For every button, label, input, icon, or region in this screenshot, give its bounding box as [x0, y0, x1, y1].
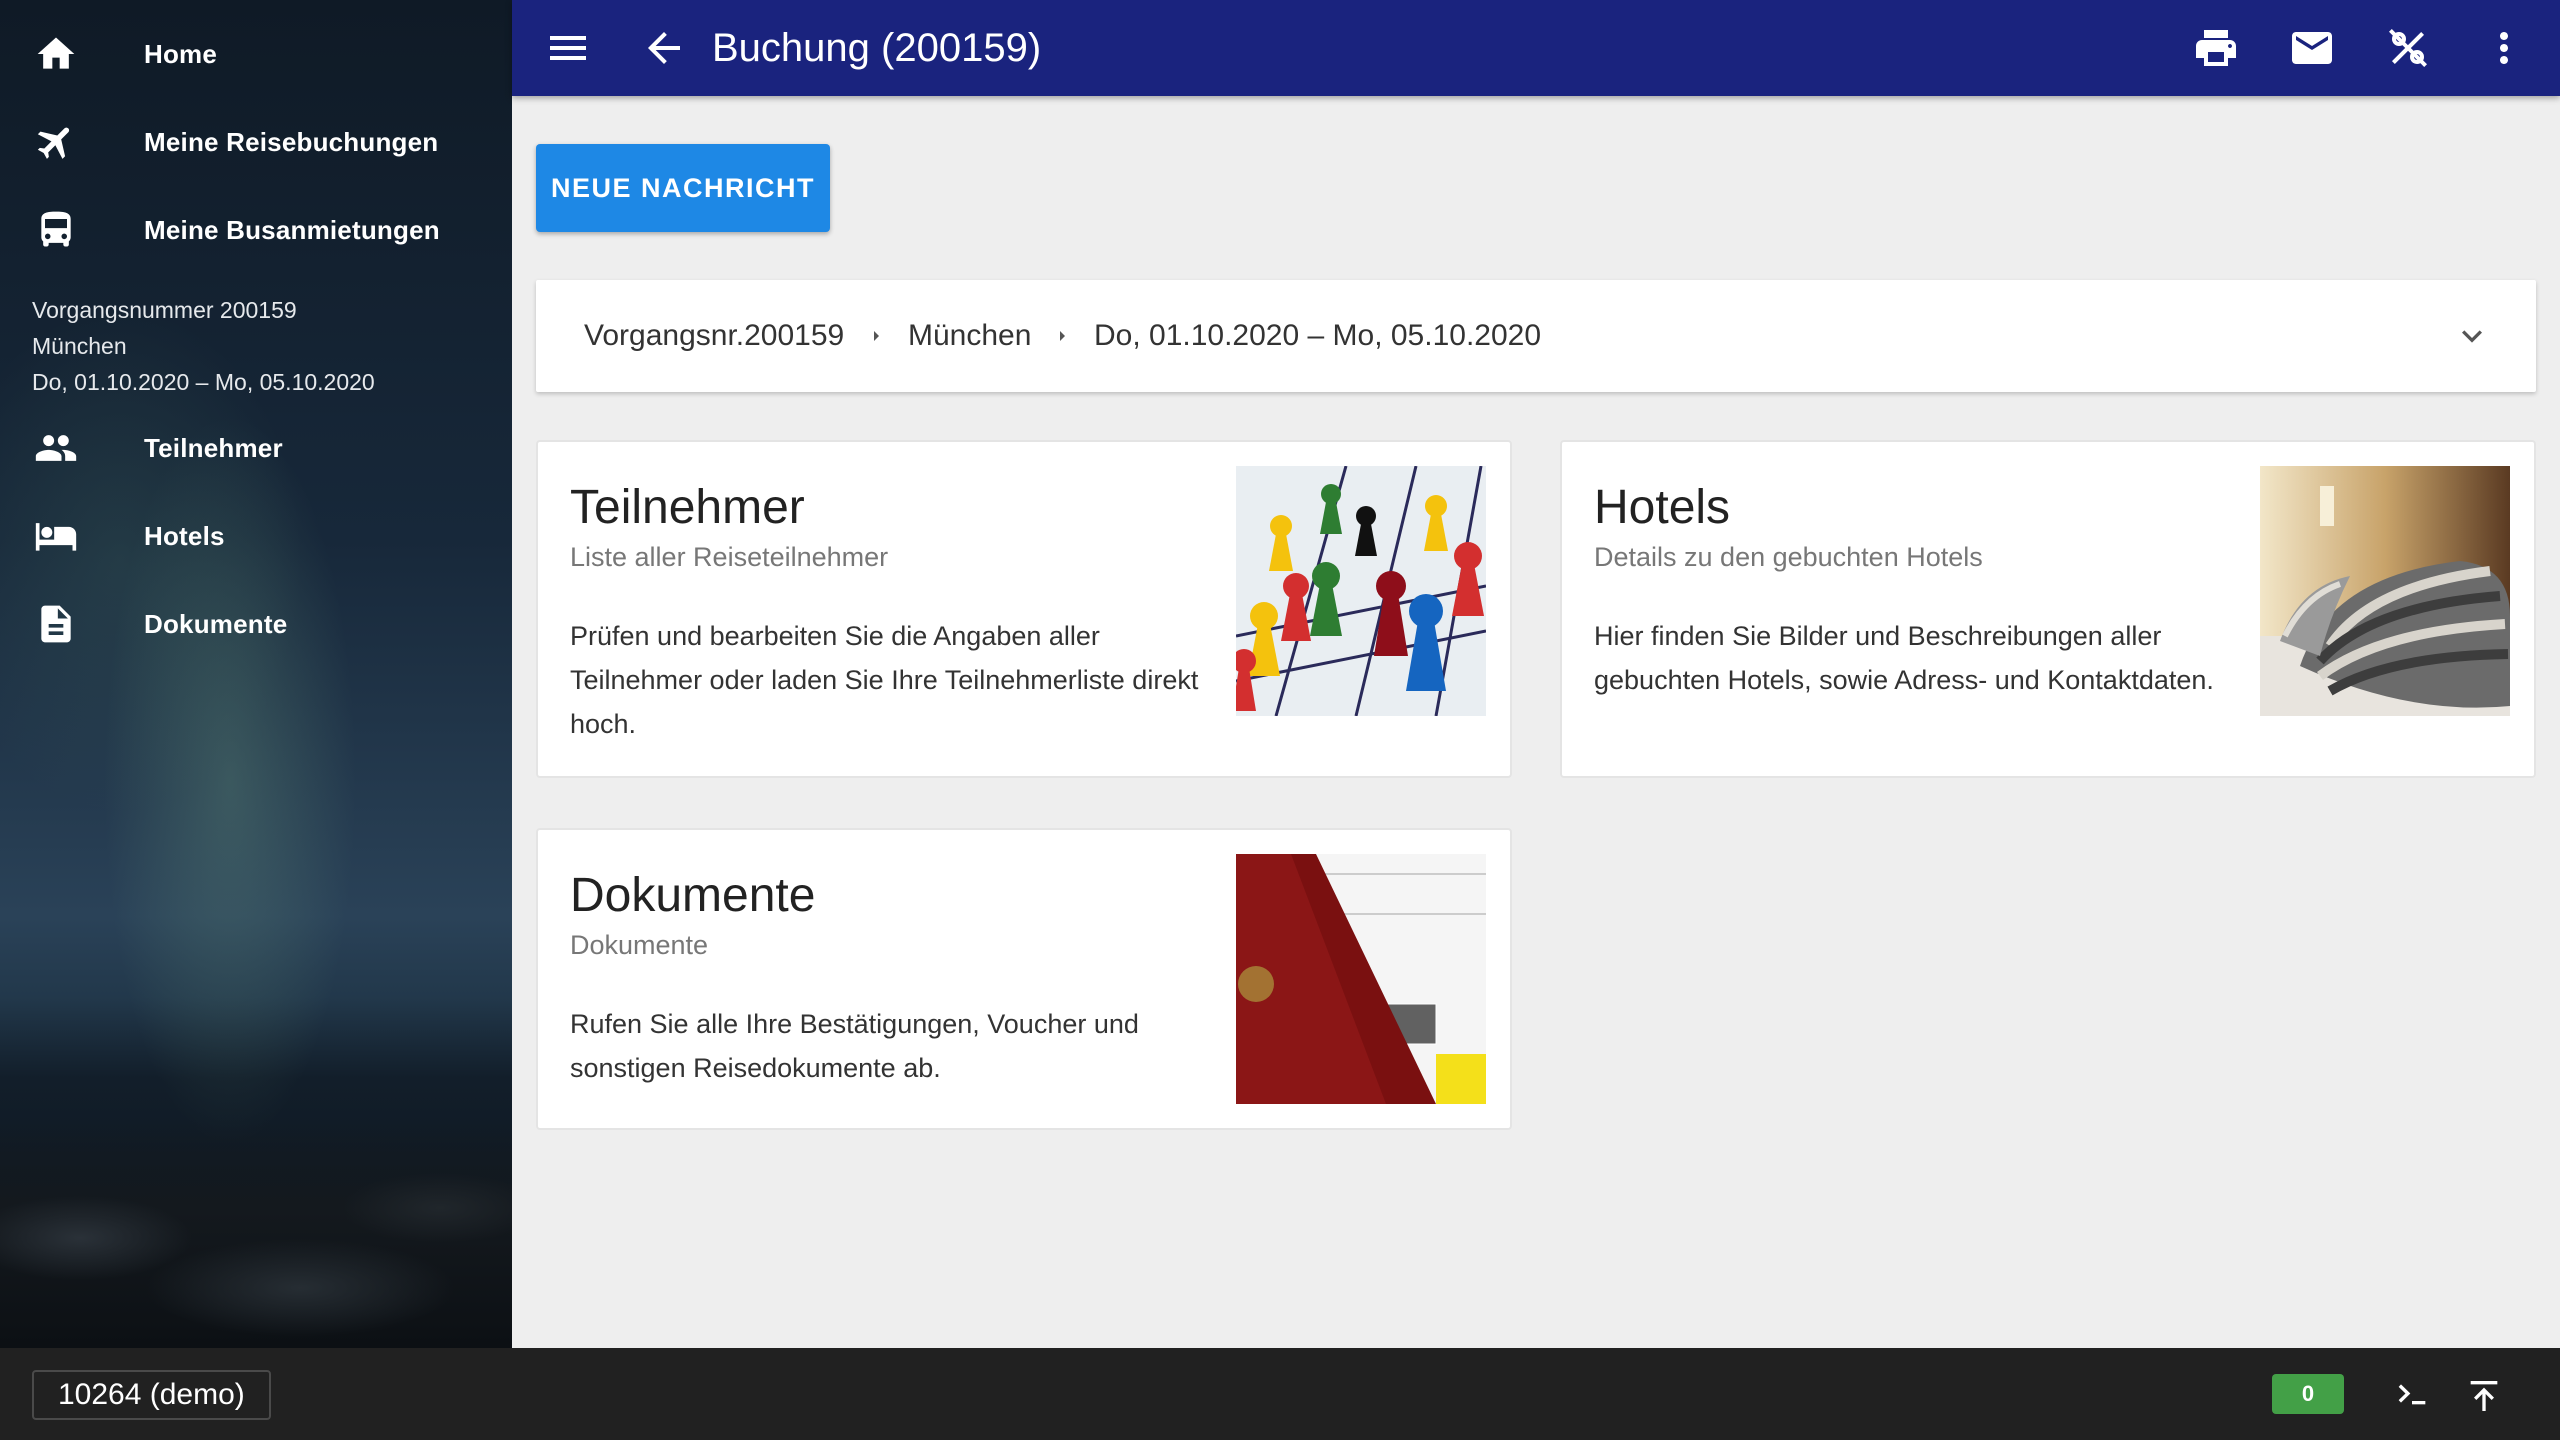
card-hotels[interactable]: Hotels Details zu den gebuchten Hotels H…: [1560, 440, 2536, 778]
sidebar-item-busanmietungen[interactable]: Meine Busanmietungen: [0, 186, 512, 274]
card-dokumente[interactable]: Dokumente Dokumente Rufen Sie alle Ihre …: [536, 828, 1512, 1130]
sidebar-item-label: Dokumente: [144, 608, 288, 639]
sidebar-item-teilnehmer[interactable]: Teilnehmer: [0, 404, 512, 492]
sidebar-item-label: Home: [144, 38, 218, 69]
bus-icon: [34, 208, 78, 252]
breadcrumb-item-booking[interactable]: Vorgangsnr.200159: [584, 316, 844, 356]
more-vert-icon[interactable]: [2480, 24, 2528, 72]
card-title: Hotels: [1594, 481, 1731, 534]
sidebar-item-dokumente[interactable]: Dokumente: [0, 580, 512, 668]
sidebar-item-label: Hotels: [144, 520, 225, 551]
card-subtitle: Details zu den gebuchten Hotels: [1594, 542, 1983, 572]
print-icon[interactable]: [2192, 24, 2240, 72]
booking-city: München: [32, 333, 127, 359]
card-description: Rufen Sie alle Ihre Bestätigungen, Vouch…: [570, 1009, 1139, 1083]
breadcrumb: Vorgangsnr.200159 München Do, 01.10.2020…: [536, 280, 2536, 392]
booking-info: Vorgangsnummer 200159 München Do, 01.10.…: [32, 292, 375, 400]
sidebar-item-reisebuchungen[interactable]: Meine Reisebuchungen: [0, 98, 512, 186]
booking-number: Vorgangsnummer 200159: [32, 297, 297, 323]
card-subtitle: Dokumente: [570, 930, 709, 960]
sidebar-background-rocks: [0, 1118, 512, 1348]
page-title: Buchung (200159): [712, 26, 1042, 70]
airplane-icon: [34, 120, 78, 164]
arrow-right-icon: [1050, 324, 1074, 348]
sidebar-item-label: Teilnehmer: [144, 432, 283, 463]
card-description: Prüfen und bearbeiten Sie die Angaben al…: [570, 621, 1199, 739]
footer: 10264 (demo) 0: [0, 1348, 2560, 1440]
sidebar-item-home[interactable]: Home: [0, 10, 512, 98]
booking-dates: Do, 01.10.2020 – Mo, 05.10.2020: [32, 369, 375, 395]
bed-icon: [34, 514, 78, 558]
scroll-to-top-icon[interactable]: [2464, 1376, 2504, 1416]
sidebar-item-label: Meine Busanmietungen: [144, 214, 440, 245]
app-bar: Buchung (200159): [512, 0, 2560, 96]
account-indicator[interactable]: 10264 (demo): [32, 1370, 271, 1420]
card-title: Dokumente: [570, 869, 816, 922]
card-teilnehmer[interactable]: Teilnehmer Liste aller Reiseteilnehmer P…: [536, 440, 1512, 778]
percent-off-icon[interactable]: [2384, 24, 2432, 72]
sidebar-item-label: Meine Reisebuchungen: [144, 126, 439, 157]
arrow-right-icon: [864, 324, 888, 348]
mail-icon[interactable]: [2288, 24, 2336, 72]
people-icon: [34, 426, 78, 470]
sidebar: Home Meine Reisebuchungen Meine Busanmie…: [0, 0, 512, 1348]
menu-icon[interactable]: [544, 24, 592, 72]
hotel-bed-pillows-image: [2260, 466, 2510, 716]
card-title: Teilnehmer: [570, 481, 805, 534]
chevron-down-icon[interactable]: [2452, 316, 2492, 356]
passport-boarding-pass-image: [1236, 854, 1486, 1104]
card-description: Hier finden Sie Bilder und Beschreibunge…: [1594, 621, 2214, 695]
document-icon: [34, 602, 78, 646]
notification-badge[interactable]: 0: [2272, 1374, 2344, 1414]
breadcrumb-item-city[interactable]: München: [908, 316, 1031, 356]
board-game-pieces-image: [1236, 466, 1486, 716]
console-icon[interactable]: [2392, 1376, 2432, 1416]
home-icon: [34, 32, 78, 76]
back-arrow-icon[interactable]: [640, 24, 688, 72]
card-subtitle: Liste aller Reiseteilnehmer: [570, 542, 889, 572]
new-message-button[interactable]: NEUE NACHRICHT: [536, 144, 830, 232]
breadcrumb-item-dates[interactable]: Do, 01.10.2020 – Mo, 05.10.2020: [1094, 316, 1541, 356]
sidebar-item-hotels[interactable]: Hotels: [0, 492, 512, 580]
